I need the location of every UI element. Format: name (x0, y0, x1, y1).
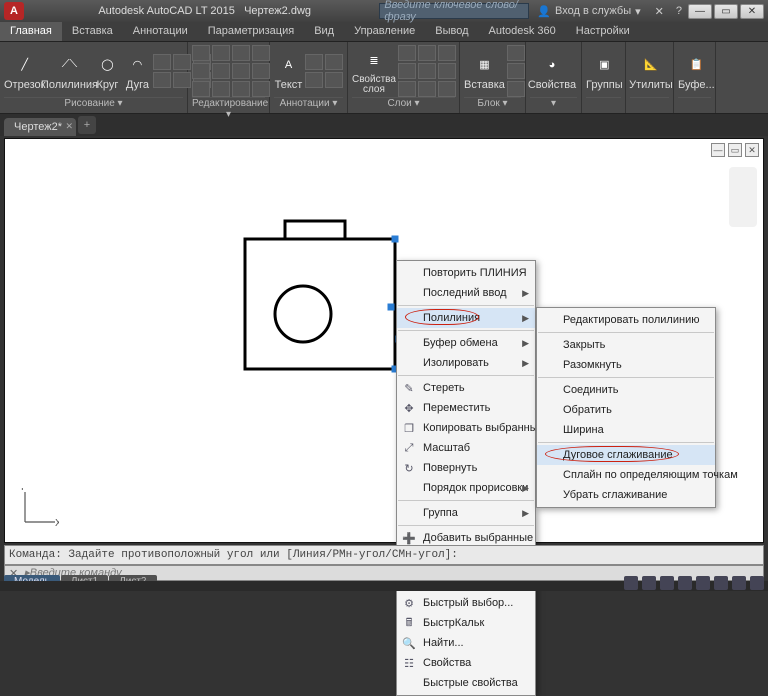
ribbon-tabs: Главная Вставка Аннотации Параметризация… (0, 22, 768, 42)
canvas-corner-controls[interactable]: —▭✕ (711, 143, 759, 157)
menu-item[interactable]: Полилиния▶ (397, 308, 535, 328)
menu-item[interactable]: Убрать сглаживание (537, 485, 715, 505)
tab-insert[interactable]: Вставка (62, 22, 123, 41)
minimize-button[interactable]: — (688, 4, 712, 19)
panel-modify-title[interactable]: Редактирование ▾ (192, 97, 265, 111)
panel-utilities: 📐Утилиты (626, 42, 674, 113)
menu-item[interactable]: 🔍Найти... (397, 633, 535, 653)
command-history-line: Команда: Задайте противоположный угол ил… (4, 545, 764, 565)
arc-icon: ◠ (123, 51, 151, 79)
ribbon: ╱Отрезок ⟋⟍Полилиния ◯Круг ◠Дуга Рисован… (0, 42, 768, 114)
app-logo[interactable]: A (4, 2, 24, 20)
insert-button[interactable]: ▦Вставка (464, 46, 505, 96)
tab-output[interactable]: Вывод (425, 22, 478, 41)
utilities-button[interactable]: 📐Утилиты (630, 46, 672, 96)
menu-item[interactable]: Группа▶ (397, 503, 535, 523)
menu-item[interactable]: ☷Свойства (397, 653, 535, 673)
menu-item[interactable]: Обратить (537, 400, 715, 420)
tab-annotate[interactable]: Аннотации (123, 22, 198, 41)
window-title: Autodesk AutoCAD LT 2015 Чертеж2.dwg (30, 5, 379, 17)
close-tab-icon[interactable]: ✕ (65, 121, 73, 132)
new-tab-button[interactable]: + (78, 116, 96, 134)
context-submenu-polyline[interactable]: Редактировать полилинию ЗакрытьРазомкнуть… (536, 307, 716, 508)
line-button[interactable]: ╱Отрезок (4, 46, 45, 96)
line-icon: ╱ (11, 51, 39, 79)
menu-item[interactable]: ⤢Масштаб (397, 438, 535, 458)
tab-parametric[interactable]: Параметризация (198, 22, 304, 41)
svg-text:X: X (55, 518, 59, 528)
panel-block: ▦Вставка Блок ▾ (460, 42, 526, 113)
menu-item[interactable]: Порядок прорисовки▶ (397, 478, 535, 498)
groups-button[interactable]: ▣Группы (586, 46, 623, 96)
sign-in-button[interactable]: 👤 Вход в службы ▾ (537, 5, 640, 18)
menu-item[interactable]: Редактировать полилинию (537, 310, 715, 330)
panel-layers-title[interactable]: Слои ▾ (352, 97, 455, 111)
title-bar: A Autodesk AutoCAD LT 2015 Чертеж2.dwg В… (0, 0, 768, 22)
menu-item[interactable]: Повторить ПЛИНИЯ (397, 263, 535, 283)
panel-annot-title[interactable]: Аннотации ▾ (274, 97, 343, 111)
paste-icon: 📋 (682, 51, 710, 79)
panel-modify: Редактирование ▾ (188, 42, 270, 113)
tab-view[interactable]: Вид (304, 22, 344, 41)
svg-text:Y: Y (19, 488, 26, 493)
close-button[interactable]: ✕ (740, 4, 764, 19)
layers-icon: ≣ (360, 47, 388, 75)
ucs-icon: YX (19, 488, 59, 528)
menu-item[interactable]: Буфер обмена▶ (397, 333, 535, 353)
menu-item[interactable]: ✥Переместить (397, 398, 535, 418)
context-menu[interactable]: Повторить ПЛИНИЯПоследний ввод▶ Полилиния… (396, 260, 536, 696)
insert-icon: ▦ (470, 51, 498, 79)
circle-icon: ◯ (93, 51, 121, 79)
tab-home[interactable]: Главная (0, 22, 62, 41)
text-icon: A (275, 51, 303, 79)
measure-icon: 📐 (637, 51, 665, 79)
menu-item[interactable]: Ширина (537, 420, 715, 440)
tab-manage[interactable]: Управление (344, 22, 425, 41)
panel-groups: ▣Группы (582, 42, 626, 113)
menu-item[interactable]: Сплайн по определяющим точкам (537, 465, 715, 485)
layer-props-button[interactable]: ≣Свойства слоя (352, 46, 396, 96)
panel-draw: ╱Отрезок ⟋⟍Полилиния ◯Круг ◠Дуга Рисован… (0, 42, 188, 113)
panel-block-title[interactable]: Блок ▾ (464, 97, 521, 111)
clipboard-button[interactable]: 📋Буфе... (678, 46, 715, 96)
help-icon[interactable]: ? (676, 5, 682, 17)
menu-item[interactable]: Изолировать▶ (397, 353, 535, 373)
color-wheel-icon: ◕ (538, 51, 566, 79)
status-icons[interactable] (624, 575, 764, 591)
polyline-icon: ⟋⟍ (55, 51, 83, 79)
menu-item[interactable]: 🖩БыстрКальк (397, 613, 535, 633)
help-search-input[interactable]: Введите ключевое слово/фразу (379, 3, 529, 19)
text-button[interactable]: AТекст (274, 46, 303, 96)
menu-item[interactable]: Разомкнуть (537, 355, 715, 375)
menu-item[interactable]: Соединить (537, 380, 715, 400)
properties-button[interactable]: ◕Свойства (530, 46, 574, 96)
panel-draw-title[interactable]: Рисование ▾ (4, 97, 183, 111)
menu-item[interactable]: Быстрые свойства (397, 673, 535, 693)
arc-button[interactable]: ◠Дуга (123, 46, 151, 96)
panel-clipboard: 📋Буфе... (674, 42, 716, 113)
polyline-button[interactable]: ⟋⟍Полилиния (47, 46, 91, 96)
tab-settings[interactable]: Настройки (566, 22, 640, 41)
menu-item[interactable]: Дуговое сглаживание (537, 445, 715, 465)
menu-item[interactable]: ✎Стереть (397, 378, 535, 398)
panel-properties: ◕Свойства ▾ (526, 42, 582, 113)
view-cube[interactable] (729, 167, 757, 227)
panel-layers: ≣Свойства слоя Слои ▾ (348, 42, 460, 113)
document-tabs: Чертеж2*✕ + (0, 114, 768, 136)
doc-tab[interactable]: Чертеж2*✕ (4, 118, 76, 136)
exchange-icon[interactable]: ✕ (655, 5, 664, 18)
tab-a360[interactable]: Autodesk 360 (479, 22, 566, 41)
circle-button[interactable]: ◯Круг (93, 46, 121, 96)
menu-item[interactable]: Последний ввод▶ (397, 283, 535, 303)
panel-props-title[interactable]: ▾ (530, 97, 577, 111)
menu-item[interactable]: Закрыть (537, 335, 715, 355)
menu-item[interactable]: ↻Повернуть (397, 458, 535, 478)
menu-item[interactable]: ❐Копировать выбранные (397, 418, 535, 438)
group-icon: ▣ (590, 51, 618, 79)
panel-annotation: AТекст Аннотации ▾ (270, 42, 348, 113)
menu-item[interactable]: ⚙Быстрый выбор... (397, 593, 535, 613)
maximize-button[interactable]: ▭ (714, 4, 738, 19)
